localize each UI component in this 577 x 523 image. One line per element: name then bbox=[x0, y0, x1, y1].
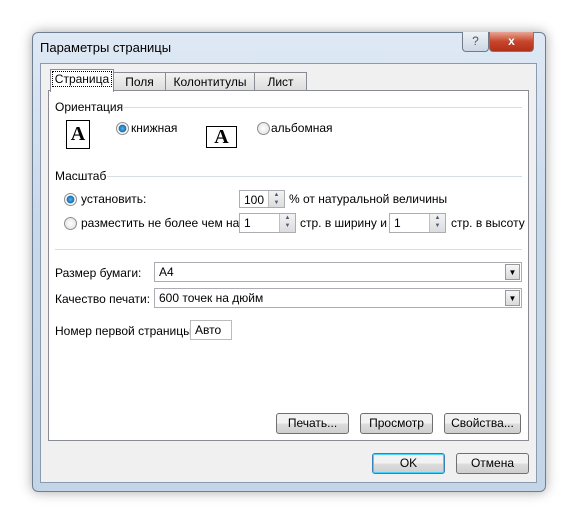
portrait-radio[interactable] bbox=[116, 122, 129, 135]
tab-label: Страница bbox=[51, 71, 113, 87]
spin-arrows-icon[interactable]: ▲ ▼ bbox=[268, 191, 284, 207]
fit-wide-suffix: стр. в ширину и bbox=[300, 216, 387, 230]
scale-fit-label[interactable]: разместить не более чем на: bbox=[81, 216, 243, 230]
print-quality-label: Качество печати: bbox=[55, 292, 151, 306]
ok-button[interactable]: OK bbox=[372, 453, 445, 474]
scale-percent-suffix: % от натуральной величины bbox=[289, 192, 448, 206]
help-button[interactable]: ? bbox=[462, 32, 489, 52]
first-page-input[interactable]: Авто bbox=[190, 320, 232, 340]
fit-wide-value: 1 bbox=[244, 216, 251, 230]
landscape-page-icon: A bbox=[206, 126, 237, 148]
chevron-down-icon[interactable]: ▼ bbox=[505, 290, 520, 306]
scale-percent-input[interactable]: 100 ▲ ▼ bbox=[239, 190, 285, 208]
divider bbox=[107, 176, 522, 177]
fit-tall-suffix: стр. в высоту bbox=[451, 216, 525, 230]
properties-button[interactable]: Свойства... bbox=[444, 413, 521, 434]
tab-header-footer[interactable]: Колонтитулы bbox=[165, 72, 255, 91]
tab-margins[interactable]: Поля bbox=[113, 72, 166, 91]
close-button[interactable]: x bbox=[489, 32, 534, 52]
dialog-title: Параметры страницы bbox=[40, 40, 172, 55]
spin-arrows-icon[interactable]: ▲ ▼ bbox=[279, 214, 295, 232]
landscape-radio[interactable] bbox=[257, 122, 270, 135]
preview-button[interactable]: Просмотр bbox=[360, 413, 433, 434]
fit-tall-input[interactable]: 1 ▲ ▼ bbox=[389, 213, 446, 233]
print-quality-value: 600 точек на дюйм bbox=[159, 291, 264, 305]
spin-arrows-icon[interactable]: ▲ ▼ bbox=[429, 214, 445, 232]
chevron-down-icon[interactable]: ▼ bbox=[505, 264, 520, 280]
scale-set-radio[interactable] bbox=[64, 193, 77, 206]
orientation-label: Ориентация bbox=[55, 100, 124, 114]
scale-label: Масштаб bbox=[55, 169, 107, 183]
paper-size-dropdown[interactable]: A4 ▼ bbox=[154, 262, 522, 282]
landscape-label[interactable]: альбомная bbox=[271, 121, 333, 135]
cancel-button[interactable]: Отмена bbox=[456, 453, 529, 474]
paper-size-value: A4 bbox=[159, 265, 174, 279]
fit-wide-input[interactable]: 1 ▲ ▼ bbox=[239, 213, 296, 233]
paper-size-label: Размер бумаги: bbox=[55, 266, 142, 280]
tab-sheet[interactable]: Лист bbox=[254, 72, 307, 91]
divider bbox=[122, 107, 522, 108]
first-page-label: Номер первой страницы: bbox=[55, 324, 196, 338]
scale-set-label[interactable]: установить: bbox=[81, 192, 146, 206]
scale-fit-radio[interactable] bbox=[64, 217, 77, 230]
fit-tall-value: 1 bbox=[394, 216, 401, 230]
scale-percent-value: 100 bbox=[244, 193, 265, 207]
divider bbox=[55, 249, 522, 250]
print-quality-dropdown[interactable]: 600 точек на дюйм ▼ bbox=[154, 288, 522, 308]
print-button[interactable]: Печать... bbox=[276, 413, 349, 434]
tab-page[interactable]: Страница bbox=[50, 69, 114, 92]
portrait-label[interactable]: книжная bbox=[131, 121, 177, 135]
portrait-page-icon: A bbox=[66, 120, 90, 149]
